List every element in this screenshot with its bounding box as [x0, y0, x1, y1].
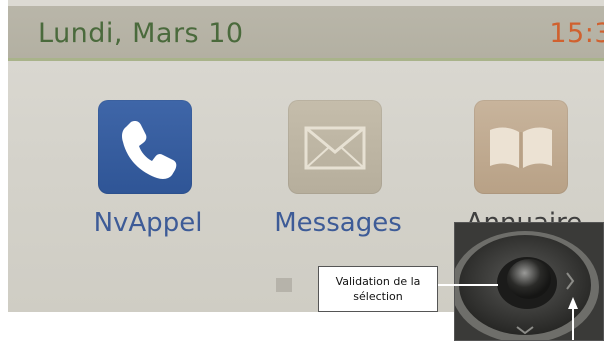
app-label-new-call: NvAppel: [93, 208, 203, 238]
app-label-messages: Messages: [274, 208, 402, 238]
app-messages[interactable]: Messages: [258, 100, 408, 250]
status-date: Lundi, Mars 10: [38, 18, 244, 49]
envelope-icon: [288, 100, 382, 194]
validation-callout: Validation de la sélection: [318, 266, 438, 312]
page-dot-icon: [276, 278, 292, 292]
navigation-pad-icon: [455, 223, 603, 340]
callout-line-1: Validation de la: [335, 275, 421, 288]
status-bar: Lundi, Mars 10 15:3: [8, 6, 604, 61]
app-new-call[interactable]: NvAppel: [68, 100, 218, 250]
status-time: 15:3: [549, 18, 604, 49]
callout-connector: [438, 284, 498, 286]
open-book-icon: [474, 100, 568, 194]
phone-handset-icon: [98, 100, 192, 194]
callout-line-2: sélection: [353, 290, 403, 303]
navigation-pad-photo: [454, 222, 604, 341]
